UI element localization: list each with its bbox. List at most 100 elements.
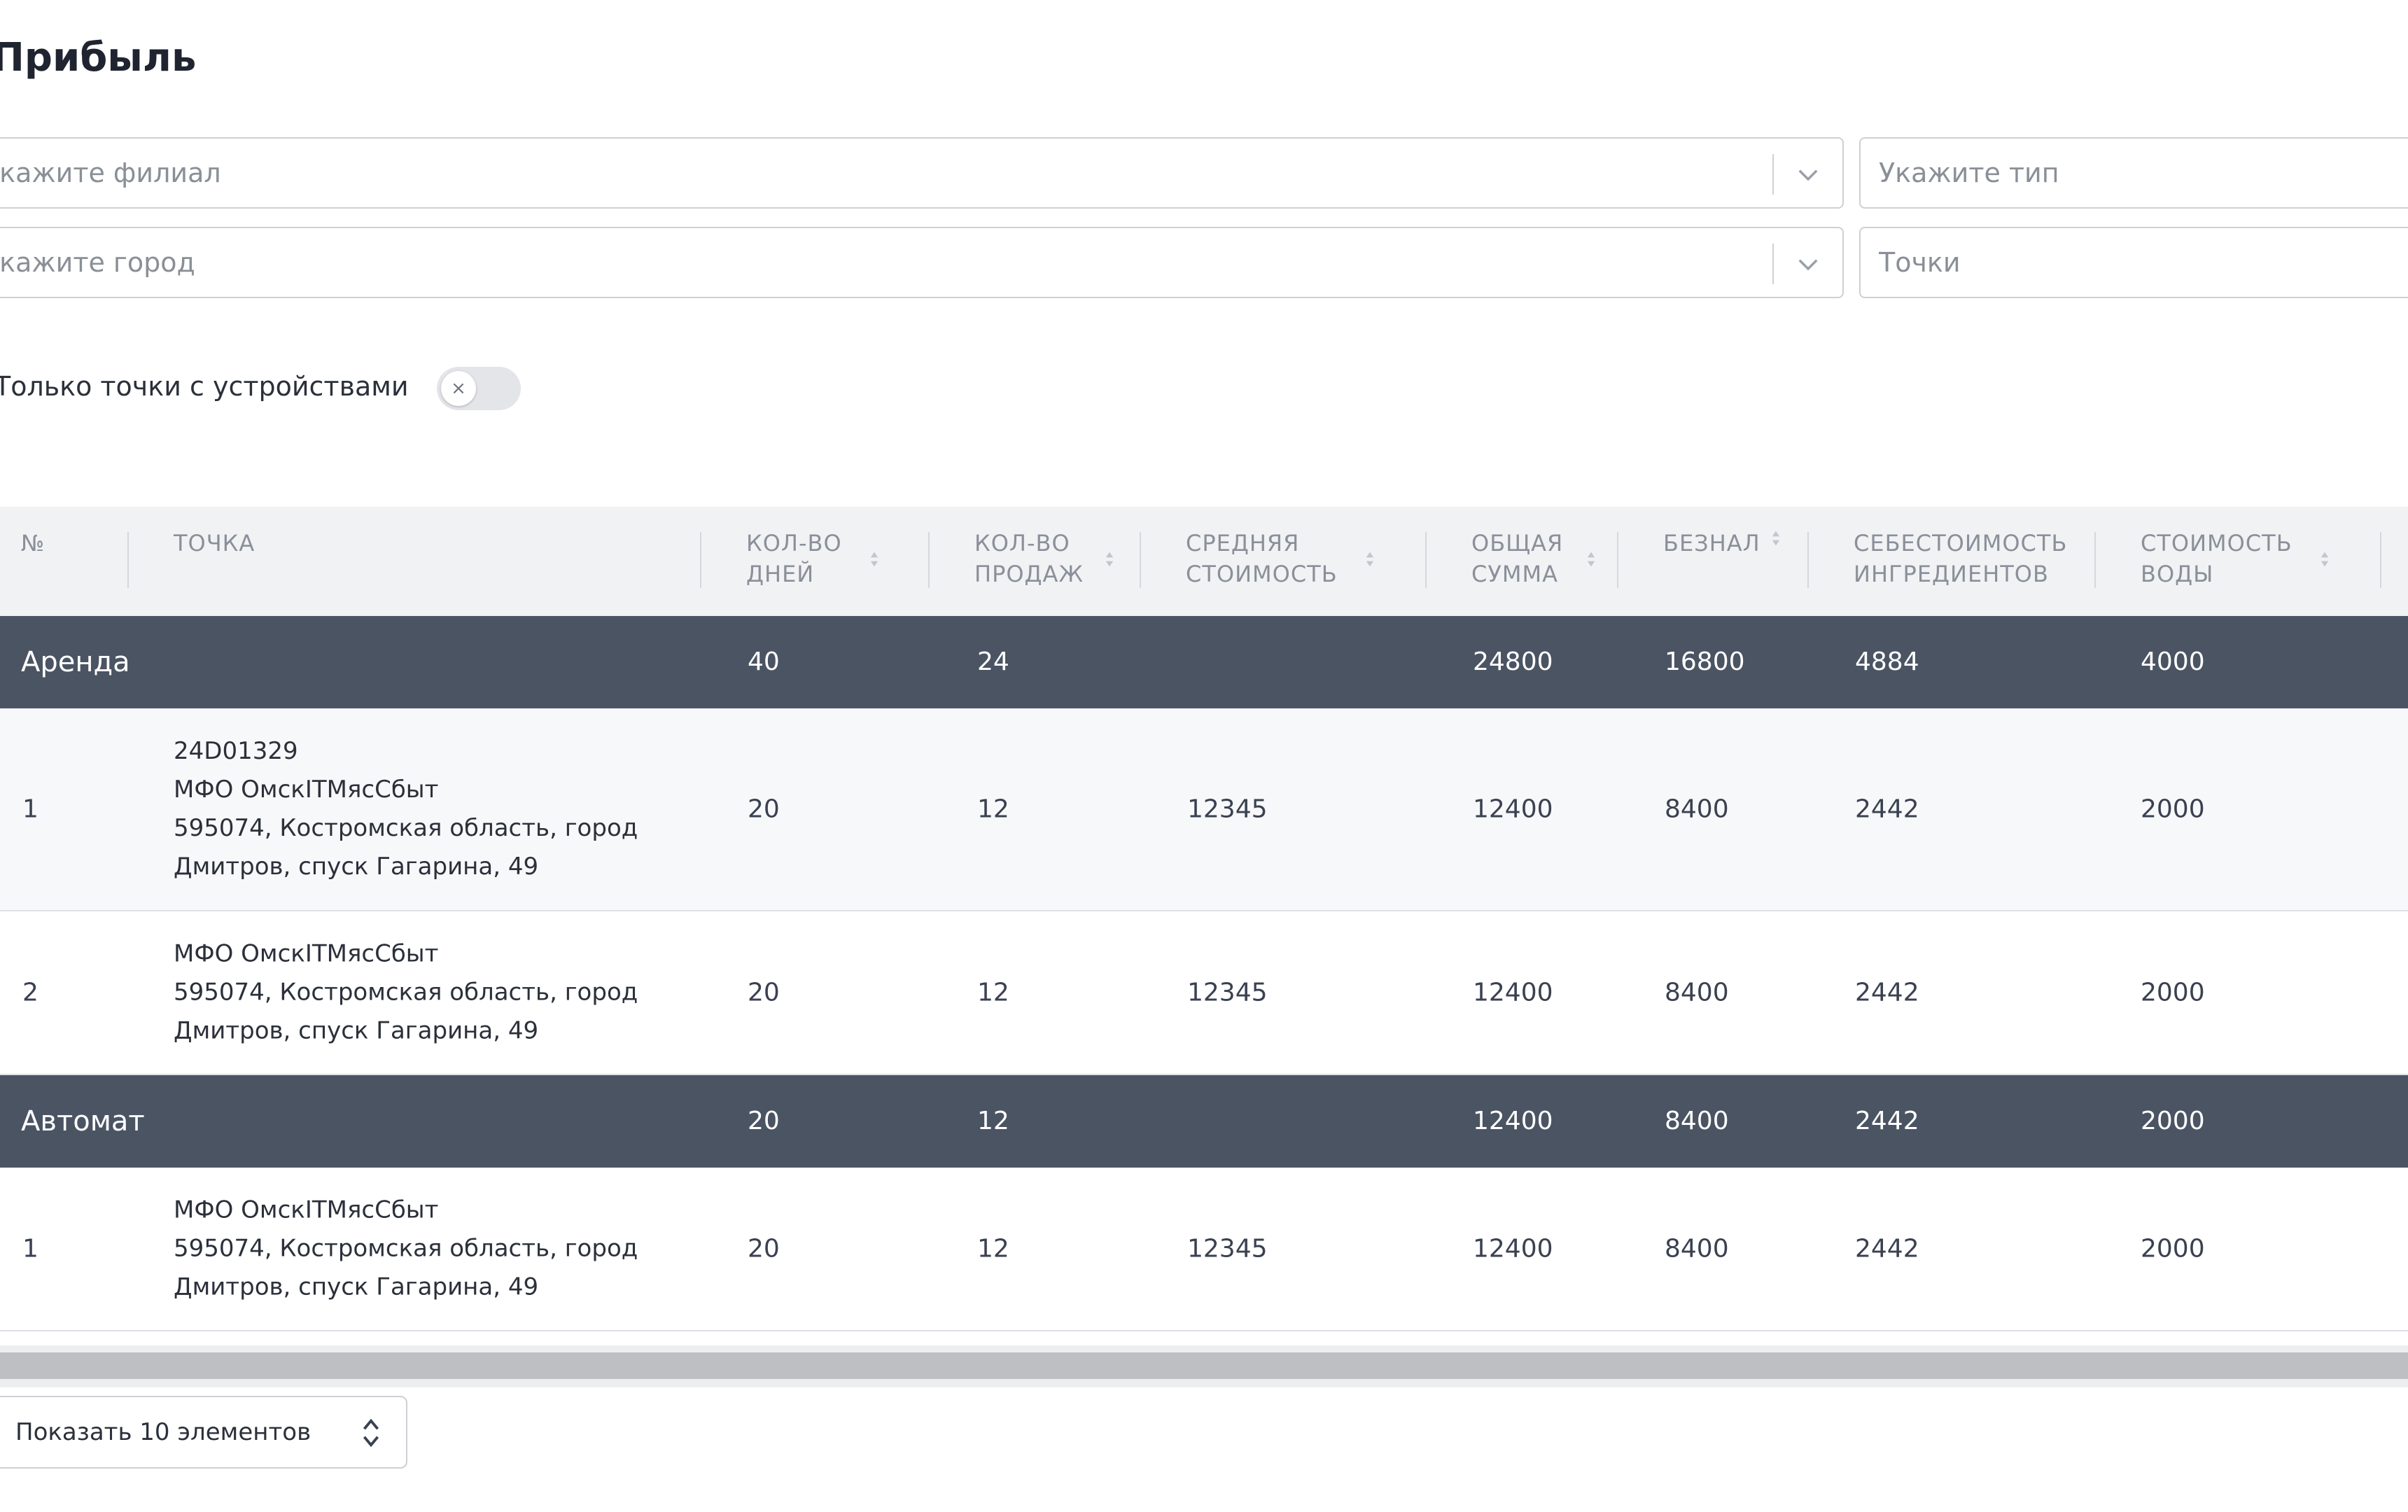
sort-icon[interactable]: [1105, 550, 1114, 568]
column-divider: [2380, 532, 2381, 588]
points-select-placeholder: Точки: [1879, 247, 1961, 278]
ingredients-cost-cell: 2442: [1855, 978, 1919, 1007]
group-water-cost: 4000: [2141, 648, 2205, 676]
ingredients-cost-cell: 2442: [1855, 794, 1919, 824]
profit-table: № Точка Кол-во дней Кол-во продаж Средняя с…: [0, 507, 2408, 1331]
city-select-placeholder: Укажите город: [0, 247, 195, 278]
column-divider: [928, 532, 930, 588]
cashless-cell: 8400: [1665, 794, 1729, 824]
page-title: Прибыль: [0, 35, 197, 80]
group-cashless: 16800: [1665, 648, 1745, 676]
group-cashless: 8400: [1665, 1107, 1729, 1135]
table-row[interactable]: 1 МФО ОмскITМясСбыт 595074, Костромская …: [0, 1168, 2408, 1331]
column-header-total-sum[interactable]: Общая сумма: [1471, 528, 1563, 589]
row-number: 2: [22, 978, 38, 1007]
water-cost-cell: 2000: [2141, 1234, 2205, 1264]
city-select[interactable]: Укажите город: [0, 227, 1844, 298]
point-address-line: 595074, Костромская область, город: [174, 978, 638, 1007]
column-divider: [127, 532, 129, 588]
column-header-average-cost[interactable]: Средняя стоимость: [1186, 528, 1338, 589]
column-header-water-cost[interactable]: Стоимость воды: [2141, 528, 2292, 589]
horizontal-scrollbar[interactable]: [0, 1345, 2408, 1387]
column-header-point[interactable]: Точка: [174, 528, 255, 559]
select-divider: [1772, 154, 1774, 195]
column-header-days[interactable]: Кол-во дней: [746, 528, 842, 589]
sort-icon[interactable]: [1771, 529, 1781, 547]
type-select-placeholder: Укажите тип: [1879, 158, 2059, 188]
row-number: 1: [22, 1234, 38, 1264]
total-sum-cell: 12400: [1473, 1234, 1553, 1264]
group-days: 20: [748, 1107, 780, 1135]
branch-select-placeholder: Укажите филиал: [0, 158, 221, 188]
group-sales: 12: [977, 1107, 1009, 1135]
group-ingredients-cost: 4884: [1855, 648, 1919, 676]
point-details: МФО ОмскITМясСбыт 595074, Костромская об…: [174, 1191, 638, 1307]
sort-icon[interactable]: [1365, 550, 1375, 568]
average-cost-cell: 12345: [1187, 794, 1268, 824]
table-row[interactable]: 2 МФО ОмскITМясСбыт 595074, Костромская …: [0, 911, 2408, 1075]
column-divider: [700, 532, 701, 588]
points-select[interactable]: Точки: [1859, 227, 2408, 298]
average-cost-cell: 12345: [1187, 1234, 1268, 1264]
column-divider: [1807, 532, 1809, 588]
average-cost-cell: 12345: [1187, 978, 1268, 1007]
total-sum-cell: 12400: [1473, 794, 1553, 824]
chevron-down-icon[interactable]: [1793, 160, 1823, 189]
group-total-sum: 24800: [1473, 648, 1553, 676]
branch-select[interactable]: Укажите филиал: [0, 137, 1844, 209]
point-address-line: Дмитров, спуск Гагарина, 49: [174, 853, 539, 881]
point-details: МФО ОмскITМясСбыт 595074, Костромская об…: [174, 935, 638, 1051]
point-address-line: Дмитров, спуск Гагарина, 49: [174, 1016, 539, 1045]
column-header-ingredients-cost[interactable]: Себестоимость ингредиентов: [1854, 528, 2067, 589]
column-divider: [1140, 532, 1141, 588]
sort-icon[interactable]: [2320, 550, 2330, 568]
column-divider: [1425, 532, 1427, 588]
select-divider: [1772, 244, 1774, 284]
group-name: Аренда: [21, 646, 130, 678]
close-icon: ×: [441, 371, 476, 406]
total-sum-cell: 12400: [1473, 978, 1553, 1007]
devices-only-label: Только точки с устройствами: [0, 371, 409, 402]
group-row-vending[interactable]: Автомат 20 12 12400 8400 2442 2000: [0, 1075, 2408, 1168]
page-size-select[interactable]: Показать 10 элементов: [0, 1396, 407, 1469]
group-name: Автомат: [21, 1105, 145, 1138]
column-divider: [2094, 532, 2096, 588]
group-sales: 24: [977, 648, 1009, 676]
days-cell: 20: [748, 1234, 780, 1264]
group-total-sum: 12400: [1473, 1107, 1553, 1135]
sales-cell: 12: [977, 978, 1009, 1007]
scrollbar-thumb[interactable]: [0, 1352, 2408, 1379]
cashless-cell: 8400: [1665, 1234, 1729, 1264]
up-down-chevron-icon: [363, 1418, 379, 1448]
column-divider: [1617, 532, 1618, 588]
days-cell: 20: [748, 978, 780, 1007]
type-select[interactable]: Укажите тип: [1859, 137, 2408, 209]
devices-only-toggle[interactable]: ×: [437, 367, 521, 410]
group-days: 40: [748, 648, 780, 676]
point-address-line: 595074, Костромская область, город: [174, 1234, 638, 1263]
point-code: 24D01329: [174, 737, 298, 765]
water-cost-cell: 2000: [2141, 978, 2205, 1007]
column-header-sales[interactable]: Кол-во продаж: [974, 528, 1084, 589]
column-header-cashless[interactable]: Безнал: [1663, 528, 1760, 559]
point-company: МФО ОмскITМясСбыт: [174, 1196, 439, 1224]
point-company: МФО ОмскITМясСбыт: [174, 776, 439, 804]
point-details: 24D01329 МФО ОмскITМясСбыт 595074, Костр…: [174, 732, 638, 886]
sort-icon[interactable]: [1586, 550, 1596, 568]
point-address-line: 595074, Костромская область, город: [174, 814, 638, 842]
sort-icon[interactable]: [869, 550, 879, 568]
cashless-cell: 8400: [1665, 978, 1729, 1007]
chevron-down-icon[interactable]: [1793, 249, 1823, 279]
point-company: МФО ОмскITМясСбыт: [174, 939, 439, 968]
table-row[interactable]: 1 24D01329 МФО ОмскITМясСбыт 595074, Кос…: [0, 708, 2408, 911]
water-cost-cell: 2000: [2141, 794, 2205, 824]
ingredients-cost-cell: 2442: [1855, 1234, 1919, 1264]
days-cell: 20: [748, 794, 780, 824]
group-water-cost: 2000: [2141, 1107, 2205, 1135]
page-size-label: Показать 10 элементов: [15, 1418, 312, 1446]
sales-cell: 12: [977, 794, 1009, 824]
table-header: № Точка Кол-во дней Кол-во продаж Средняя с…: [0, 507, 2408, 616]
row-number: 1: [22, 794, 38, 824]
group-row-rent[interactable]: Аренда 40 24 24800 16800 4884 4000: [0, 616, 2408, 708]
column-header-number[interactable]: №: [21, 528, 45, 559]
